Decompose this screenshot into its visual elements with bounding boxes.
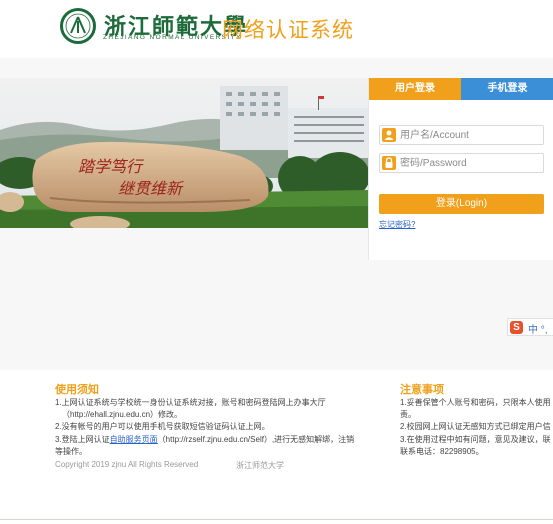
- notice-line-1: 1.上网认证系统与学校统一身份认证系统对接，账号和密码登陆网上办事大厅: [55, 398, 326, 407]
- lock-icon: [382, 156, 396, 170]
- bottom-divider: [0, 519, 553, 520]
- tab-phone-login[interactable]: 手机登录: [461, 78, 553, 100]
- tab-user-login[interactable]: 用户登录: [369, 78, 461, 100]
- password-field[interactable]: [379, 153, 544, 173]
- notice-line-3: 2.没有帐号的用户可以使用手机号获取短信验证码认证上网。: [55, 422, 270, 431]
- attention-line-2: 责。: [400, 410, 416, 419]
- notice-title: 使用须知: [55, 384, 99, 396]
- attention-line-5: 联系电话：82298905。: [400, 447, 484, 456]
- username-input[interactable]: [400, 126, 540, 144]
- ime-toolbar[interactable]: S 中 °,: [507, 318, 553, 336]
- attention-line-3: 2.校园网上网认证无感知方式已绑定用户信: [400, 422, 551, 431]
- notice-line-5: 等操作。: [55, 447, 87, 456]
- login-button[interactable]: 登录(Login): [379, 194, 544, 214]
- attention-line-1: 1.妥善保管个人账号和密码，只限本人使用: [400, 398, 551, 407]
- rock-inscription-line1: 踏学笃行: [78, 157, 144, 176]
- self-service-link[interactable]: 自助服务页面: [110, 435, 158, 444]
- sogou-ime-icon: S: [510, 321, 523, 334]
- university-name-en: ZHEJIANG NORMAL UNIVERSITY: [103, 34, 242, 41]
- copyright-text: Copyright 2019 zjnu All Rights Reserved: [55, 460, 199, 469]
- campus-banner-image: 踏学笃行 继贯维新: [0, 78, 368, 228]
- university-logo-icon: [60, 8, 96, 44]
- rock-inscription-line2: 继贯维新: [118, 179, 184, 198]
- password-input[interactable]: [400, 154, 540, 172]
- attention-title: 注意事项: [400, 384, 444, 396]
- system-title: 网络认证系统: [222, 19, 354, 42]
- footer-university-name: 浙江师范大学: [236, 461, 284, 470]
- header: 浙江師範大學 ZHEJIANG NORMAL UNIVERSITY 网络认证系统: [0, 0, 553, 58]
- login-panel: 用户登录 手机登录 登录(Login) 忘记密码?: [368, 78, 553, 260]
- username-field[interactable]: [379, 125, 544, 145]
- notice-line-2: （http://ehall.zjnu.edu.cn）修改。: [62, 410, 183, 419]
- forgot-password-link[interactable]: 忘记密码?: [379, 219, 415, 230]
- user-icon: [382, 128, 396, 142]
- ime-mode-label: 中 °,: [528, 325, 548, 336]
- attention-line-4: 3.在使用过程中如有问题，意见及建议，联: [400, 435, 551, 444]
- notice-line-4: 3.登陆上网认证自助服务页面（http://rzself.zjnu.edu.cn…: [55, 435, 355, 444]
